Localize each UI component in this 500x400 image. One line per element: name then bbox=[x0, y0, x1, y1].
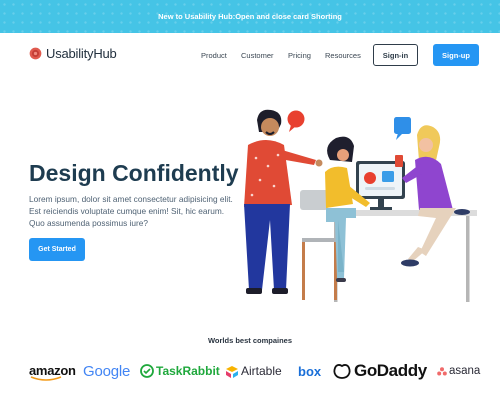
nav-link-resources[interactable]: Resources bbox=[325, 51, 361, 60]
godaddy-logo: GoDaddy bbox=[332, 360, 427, 382]
usabilityhub-logo-icon bbox=[29, 47, 42, 60]
nav-link-customer[interactable]: Customer bbox=[241, 51, 274, 60]
speech-bubble-red-icon bbox=[287, 110, 305, 128]
taskrabbit-icon bbox=[140, 364, 154, 378]
hero-description: Lorem ipsum, dolor sit amet consectetur … bbox=[29, 194, 233, 228]
brand-logo[interactable]: UsabilityHub bbox=[29, 46, 117, 61]
sign-up-button[interactable]: Sign-up bbox=[433, 44, 479, 66]
seated-woman bbox=[325, 136, 370, 282]
asana-logo: asana bbox=[437, 360, 480, 382]
asana-icon bbox=[437, 366, 447, 375]
box-logo: box bbox=[298, 363, 322, 379]
announcement-bar[interactable]: New to Usability Hub:Open and close card… bbox=[0, 0, 500, 33]
shirt bbox=[244, 140, 292, 207]
brand-name: UsabilityHub bbox=[46, 46, 117, 61]
top-nav: UsabilityHub Product Customer Pricing Re… bbox=[0, 33, 500, 79]
chair bbox=[300, 190, 328, 210]
taskrabbit-logo: TaskRabbit bbox=[140, 360, 220, 382]
pants bbox=[244, 204, 290, 290]
google-logo: Google bbox=[83, 362, 131, 380]
partners-heading: Worlds best compaines bbox=[207, 336, 293, 345]
airtable-icon bbox=[226, 365, 238, 378]
coffee-cup-icon bbox=[395, 155, 403, 167]
airtable-logo: Airtable bbox=[225, 360, 282, 382]
speech-bubble-blue-icon bbox=[394, 117, 411, 134]
partner-logos: amazon Google TaskRabbit Airtable box Go… bbox=[0, 356, 500, 384]
sign-in-button[interactable]: Sign-in bbox=[373, 44, 418, 66]
desk-sitting-woman bbox=[395, 125, 470, 267]
shirt bbox=[415, 156, 453, 210]
get-started-button[interactable]: Get Started bbox=[29, 238, 85, 261]
announcement-text[interactable]: New to Usability Hub:Open and close card… bbox=[158, 12, 342, 21]
nav-link-product[interactable]: Product bbox=[201, 51, 227, 60]
hero-title: Design Confidently bbox=[29, 160, 239, 186]
nav-link-pricing[interactable]: Pricing bbox=[288, 51, 311, 60]
amazon-logo: amazon bbox=[29, 362, 76, 381]
team-design-illustration bbox=[244, 109, 477, 302]
godaddy-icon bbox=[333, 364, 351, 379]
